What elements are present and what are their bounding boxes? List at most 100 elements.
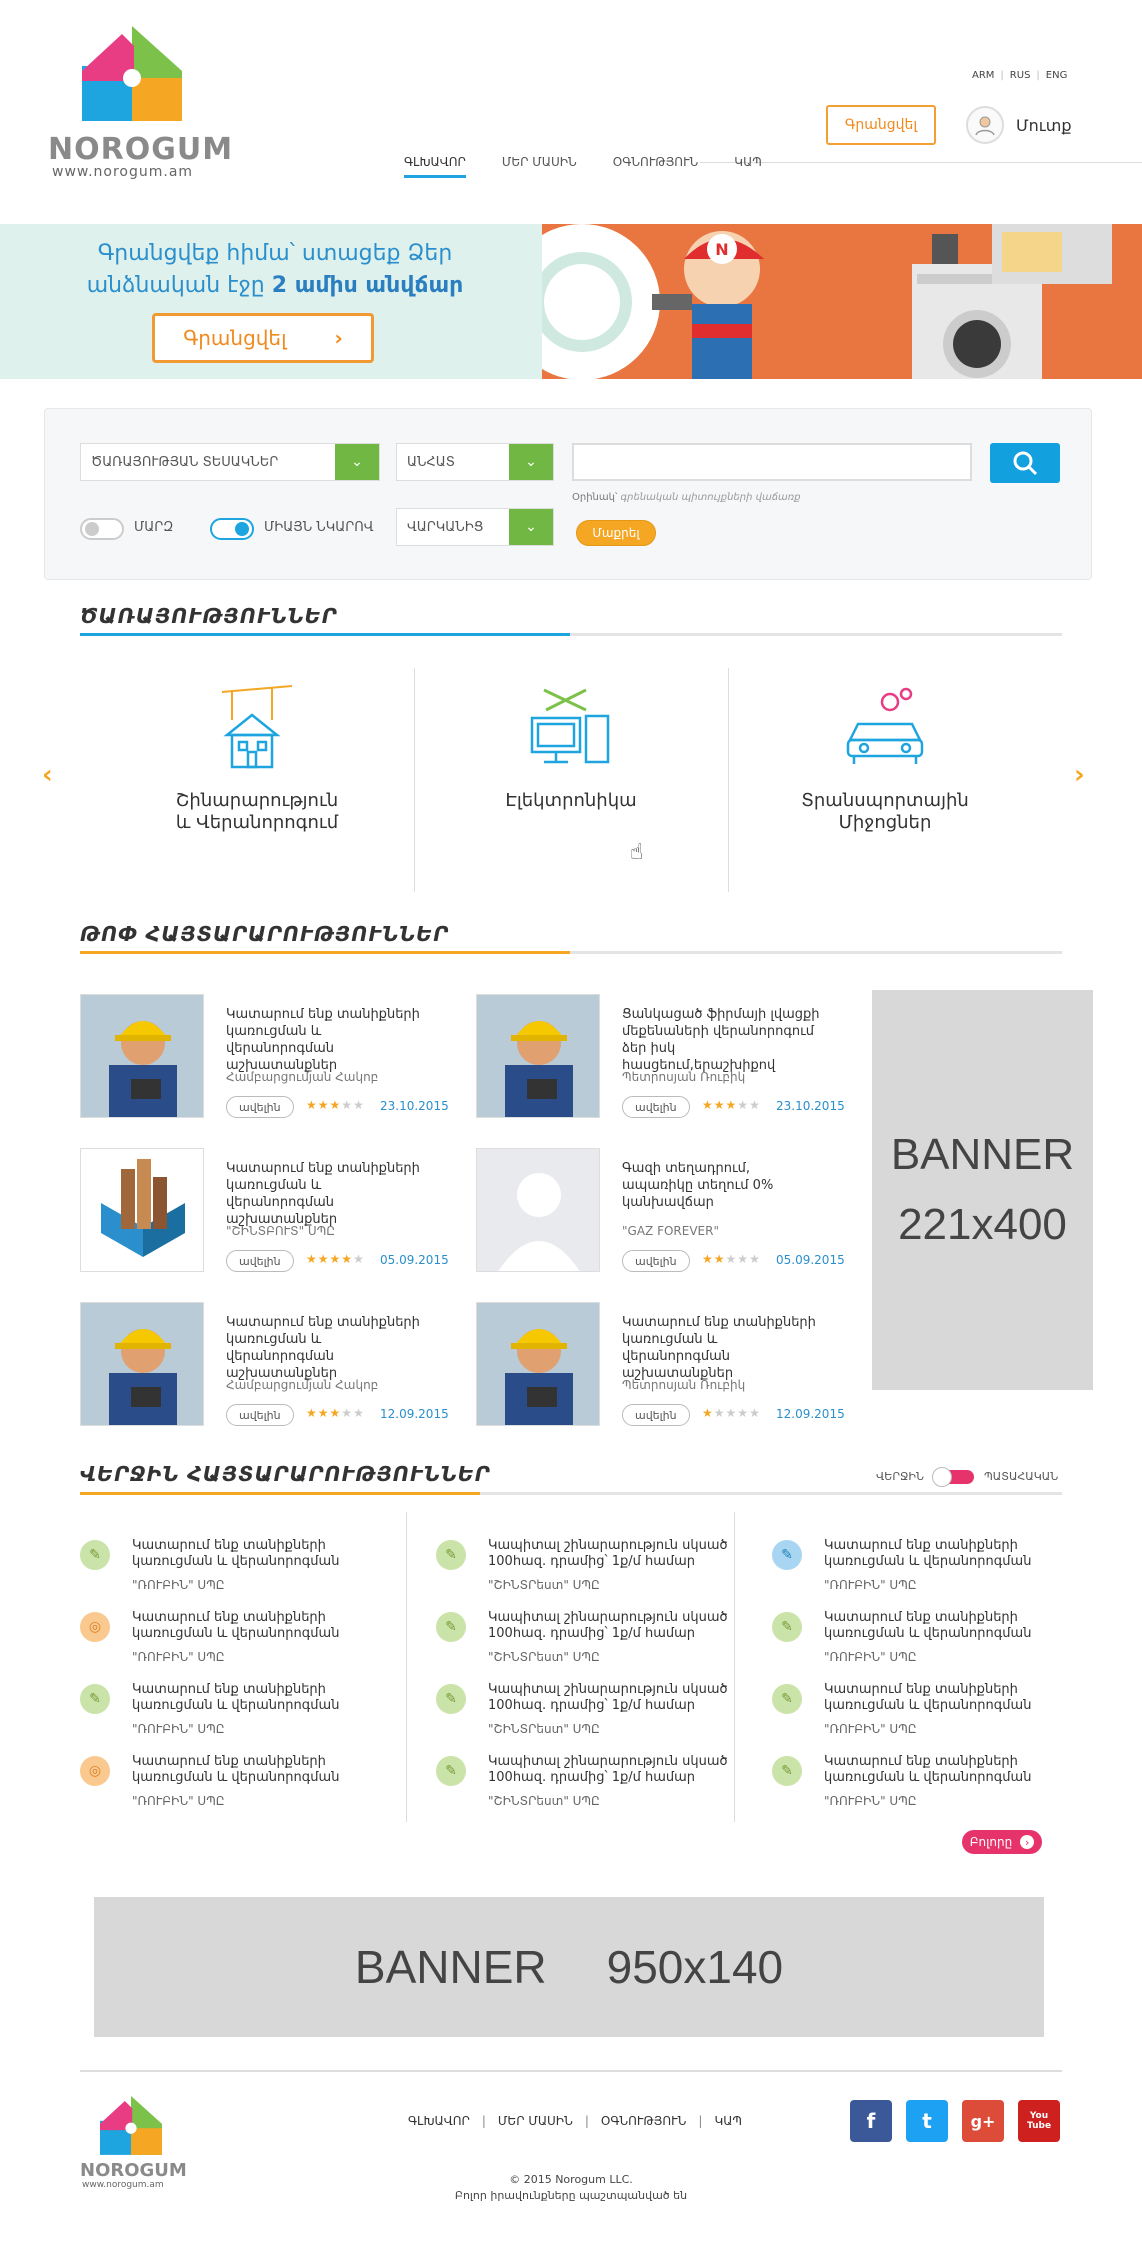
chevron-right-icon[interactable]: › bbox=[1074, 760, 1085, 790]
star-icon: ★ bbox=[353, 1098, 365, 1112]
banner-label: BANNER bbox=[890, 1130, 1075, 1179]
footer-nav-contact[interactable]: ԿԱՊ bbox=[714, 2114, 742, 2128]
ad-thumbnail[interactable] bbox=[476, 1302, 600, 1426]
hero-line1: Գրանցվեք հիմա՝ ստացեք Ձեր bbox=[97, 241, 453, 266]
ad-thumbnail[interactable] bbox=[476, 994, 600, 1118]
recent-item-title[interactable]: Կատարում ենք տանիքների կառուցման և վերան… bbox=[132, 1682, 372, 1714]
ad-title[interactable]: Կատարում ենք տանիքների կառուցման և վերան… bbox=[226, 1006, 426, 1074]
recent-random-toggle[interactable] bbox=[932, 1467, 974, 1487]
top-ad-card[interactable]: Կատարում ենք տանիքների կառուցման և վերան… bbox=[80, 1148, 449, 1272]
ad-title[interactable]: Գազի տեղադրում, ապառիկը տեղում 0% կանխավ… bbox=[622, 1160, 822, 1211]
region-toggle[interactable] bbox=[80, 518, 124, 540]
more-button[interactable]: ավելին bbox=[226, 1096, 294, 1118]
star-icon: ★ bbox=[329, 1252, 342, 1266]
ad-author: Համբարցումյան Հակոբ bbox=[226, 1378, 379, 1392]
recent-item-company: "ՇԻՆՏՐեստ" ՍՊԸ bbox=[488, 1794, 600, 1808]
star-icon: ★ bbox=[713, 1406, 726, 1420]
recent-item-title[interactable]: Կատարում ենք տանիքների կառուցման և վերան… bbox=[132, 1610, 372, 1642]
ad-author: Պետրոսյան Ռուբիկ bbox=[622, 1070, 746, 1084]
recent-item-title[interactable]: Կապիտալ շինարարություն սկսած 100հազ. դրա… bbox=[488, 1682, 728, 1714]
photo-only-toggle[interactable] bbox=[210, 518, 254, 540]
wrench-icon: ✎ bbox=[80, 1684, 110, 1714]
star-icon: ★ bbox=[737, 1406, 750, 1420]
star-icon: ★ bbox=[329, 1098, 342, 1112]
ad-title[interactable]: Կատարում ենք տանիքների կառուցման և վերան… bbox=[226, 1160, 426, 1228]
banner-size: 221x400 bbox=[898, 1200, 1067, 1249]
target-icon: ◎ bbox=[80, 1756, 110, 1786]
star-icon: ★ bbox=[749, 1406, 761, 1420]
more-button[interactable]: ավելին bbox=[226, 1404, 294, 1426]
recent-item-company: "ՌՈՒԲԻՆ" ՍՊԸ bbox=[132, 1722, 225, 1736]
duration-select[interactable]: ՎԱՐԿԱՆԻՑ ⌄ bbox=[396, 508, 554, 546]
ad-thumbnail[interactable] bbox=[80, 1302, 204, 1426]
footer-nav-home[interactable]: ԳԼԽԱՎՈՐ bbox=[408, 2114, 470, 2128]
more-button[interactable]: ավելին bbox=[622, 1250, 690, 1272]
brush-icon: ✎ bbox=[772, 1540, 802, 1570]
ad-title[interactable]: Կատարում ենք տանիքների կառուցման և վերան… bbox=[622, 1314, 822, 1382]
nav-contact[interactable]: ԿԱՊ bbox=[734, 155, 762, 178]
top-ad-card[interactable]: Կատարում ենք տանիքների կառուցման և վերան… bbox=[476, 1302, 845, 1426]
chevron-down-icon: ⌄ bbox=[335, 444, 379, 480]
logo-puzzle-icon[interactable] bbox=[82, 26, 182, 126]
logo-text[interactable]: NOROGUM bbox=[48, 132, 233, 167]
google-plus-icon[interactable]: g+ bbox=[962, 2100, 1004, 2142]
recent-item-title[interactable]: Կապիտալ շինարարություն սկսած 100հազ. դրա… bbox=[488, 1610, 728, 1642]
recent-item-title[interactable]: Կատարում ենք տանիքների կառուցման և վերան… bbox=[824, 1682, 1064, 1714]
ad-title[interactable]: Կատարում ենք տանիքների կառուցման և վերան… bbox=[226, 1314, 426, 1382]
footer-nav-about[interactable]: ՄԵՐ ՄԱՍԻՆ bbox=[498, 2114, 573, 2128]
service-electronics[interactable]: Էլեկտրոնիկա bbox=[414, 668, 728, 892]
nav-home[interactable]: ԳԼԽԱՎՈՐ bbox=[404, 155, 466, 178]
star-icon: ★ bbox=[725, 1406, 738, 1420]
lang-eng[interactable]: ENG bbox=[1046, 70, 1068, 81]
more-button[interactable]: ավելին bbox=[622, 1404, 690, 1426]
ad-thumbnail[interactable] bbox=[80, 1148, 204, 1272]
service-type-select[interactable]: ԾԱՌԱՅՈՒԹՅԱՆ ՏԵՍԱԿՆԵՐ ⌄ bbox=[80, 443, 380, 481]
banner-950x140[interactable]: BANNER 950x140 bbox=[94, 1897, 1044, 2037]
footer-logo-icon[interactable] bbox=[100, 2096, 162, 2158]
recent-item-title[interactable]: Կապիտալ շինարարություն սկսած 100հազ. դրա… bbox=[488, 1754, 728, 1786]
star-icon: ★ bbox=[702, 1406, 714, 1420]
service-construction[interactable]: Շինարարություն և Վերանորոգում bbox=[100, 668, 414, 892]
more-button[interactable]: ավելին bbox=[226, 1250, 294, 1272]
footer-nav-help[interactable]: ՕԳՆՈՒԹՅՈՒՆ bbox=[601, 2114, 687, 2128]
recent-item-title[interactable]: Կապիտալ շինարարություն սկսած 100հազ. դրա… bbox=[488, 1538, 728, 1570]
user-avatar-icon bbox=[966, 106, 1004, 144]
star-icon: ★ bbox=[737, 1098, 750, 1112]
recent-item-title[interactable]: Կատարում ենք տանիքների կառուցման և վերան… bbox=[132, 1538, 372, 1570]
lang-rus[interactable]: RUS bbox=[1010, 70, 1031, 81]
region-select[interactable]: ԱՆՀԱՏ ⌄ bbox=[396, 443, 554, 481]
recent-item-title[interactable]: Կատարում ենք տանիքների կառուցման և վերան… bbox=[824, 1610, 1064, 1642]
chevron-left-icon[interactable]: ‹ bbox=[42, 760, 53, 790]
clear-button[interactable]: Մաքրել bbox=[576, 520, 656, 546]
nav-help[interactable]: ՕԳՆՈՒԹՅՈՒՆ bbox=[613, 155, 699, 178]
recent-item-title[interactable]: Կատարում ենք տանիքների կառուցման և վերան… bbox=[824, 1754, 1064, 1786]
hero-register-button[interactable]: Գրանցվել › bbox=[152, 313, 374, 363]
recent-item-title[interactable]: Կատարում ենք տանիքների կառուցման և վերան… bbox=[132, 1754, 372, 1786]
top-ad-card[interactable]: Գազի տեղադրում, ապառիկը տեղում 0% կանխավ… bbox=[476, 1148, 845, 1272]
rating-stars: ★★★★★ bbox=[306, 1098, 365, 1112]
top-ad-card[interactable]: Ցանկացած ֆիրմայի լվացքի մեքենաների վերան… bbox=[476, 994, 845, 1118]
nav-about[interactable]: ՄԵՐ ՄԱՍԻՆ bbox=[502, 155, 577, 178]
banner-221x400[interactable]: BANNER 221x400 bbox=[872, 990, 1093, 1390]
lang-arm[interactable]: ARM bbox=[972, 70, 994, 81]
search-button[interactable] bbox=[990, 443, 1060, 483]
search-input[interactable] bbox=[572, 443, 972, 481]
register-button[interactable]: Գրանցվել bbox=[826, 105, 936, 145]
ad-thumbnail[interactable] bbox=[476, 1148, 600, 1272]
top-ad-card[interactable]: Կատարում ենք տանիքների կառուցման և վերան… bbox=[80, 1302, 449, 1426]
recent-item-title[interactable]: Կատարում ենք տանիքների կառուցման և վերան… bbox=[824, 1538, 1064, 1570]
recent-item-company: "ՌՈՒԲԻՆ" ՍՊԸ bbox=[824, 1578, 917, 1592]
more-button[interactable]: ավելին bbox=[622, 1096, 690, 1118]
ad-title[interactable]: Ցանկացած ֆիրմայի լվացքի մեքենաների վերան… bbox=[622, 1006, 822, 1074]
recent-item-company: "ՌՈՒԲԻՆ" ՍՊԸ bbox=[824, 1722, 917, 1736]
all-ads-button[interactable]: Բոլորը › bbox=[962, 1830, 1042, 1854]
main-nav: ԳԼԽԱՎՈՐ ՄԵՐ ՄԱՍԻՆ ՕԳՆՈՒԹՅՈՒՆ ԿԱՊ bbox=[404, 155, 762, 178]
ad-thumbnail[interactable] bbox=[80, 994, 204, 1118]
ad-date: 23.10.2015 bbox=[380, 1099, 449, 1113]
youtube-icon[interactable]: You Tube bbox=[1018, 2100, 1060, 2142]
login-link[interactable]: Մուտք bbox=[966, 106, 1072, 144]
top-ad-card[interactable]: Կատարում ենք տանիքների կառուցման և վերան… bbox=[80, 994, 449, 1118]
facebook-icon[interactable]: f bbox=[850, 2100, 892, 2142]
twitter-icon[interactable]: t bbox=[906, 2100, 948, 2142]
service-transport[interactable]: Տրանսպորտային Միջոցներ bbox=[728, 668, 1042, 892]
